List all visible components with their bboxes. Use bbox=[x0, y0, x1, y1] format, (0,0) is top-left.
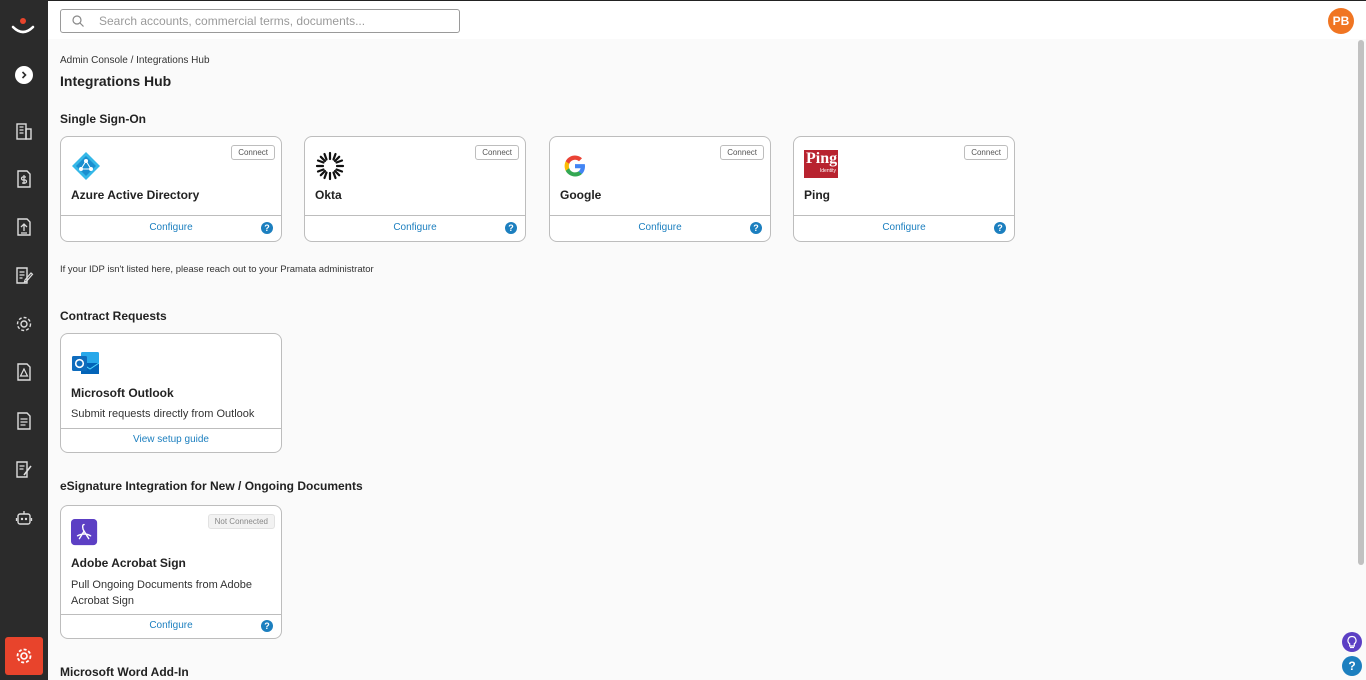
nav-notes[interactable] bbox=[14, 459, 34, 479]
configure-link[interactable]: Configure bbox=[794, 222, 1014, 233]
card-footer: Configure ? bbox=[305, 215, 525, 241]
ping-logo-text: Ping bbox=[806, 150, 838, 167]
nav-assistant[interactable] bbox=[14, 508, 34, 528]
search-input[interactable] bbox=[99, 13, 449, 29]
integration-name: Microsoft Outlook bbox=[71, 386, 174, 400]
nav-accounts[interactable] bbox=[14, 121, 34, 141]
topbar: PB bbox=[48, 0, 1366, 39]
configure-link[interactable]: Configure bbox=[550, 222, 770, 233]
integration-card-okta: Connect Okta Configure ? bbox=[304, 136, 526, 242]
ideas-button[interactable] bbox=[1342, 632, 1362, 652]
card-footer: Configure ? bbox=[794, 215, 1014, 241]
adobe-sign-logo bbox=[71, 519, 98, 546]
card-footer: Configure ? bbox=[550, 215, 770, 241]
scrollbar-thumb[interactable] bbox=[1358, 40, 1364, 565]
building-icon bbox=[16, 123, 32, 140]
page-title: Integrations Hub bbox=[60, 73, 172, 89]
outlook-logo bbox=[72, 352, 100, 374]
integration-name: Google bbox=[560, 188, 602, 202]
nav-commercial-terms[interactable] bbox=[14, 169, 34, 189]
integration-card-ping: Ping Identity Connect Ping Configure ? bbox=[793, 136, 1015, 242]
gear-icon bbox=[16, 316, 32, 332]
admin-console-button[interactable] bbox=[5, 637, 43, 675]
expand-sidebar-button[interactable] bbox=[15, 66, 33, 84]
idp-note: If your IDP isn't listed here, please re… bbox=[60, 264, 374, 275]
help-icon[interactable]: ? bbox=[750, 222, 762, 234]
azure-logo bbox=[72, 152, 100, 180]
help-icon[interactable]: ? bbox=[261, 620, 273, 632]
help-icon[interactable]: ? bbox=[994, 222, 1006, 234]
google-logo bbox=[564, 155, 585, 177]
nav-documents[interactable] bbox=[14, 411, 34, 431]
lightbulb-icon bbox=[1347, 635, 1357, 649]
settings-gear-icon bbox=[16, 648, 32, 664]
user-avatar[interactable]: PB bbox=[1328, 8, 1354, 34]
upload-document-icon bbox=[17, 218, 31, 236]
page-scrollbar[interactable] bbox=[1356, 39, 1366, 680]
section-title-sso: Single Sign-On bbox=[60, 112, 146, 126]
integration-name: Azure Active Directory bbox=[71, 188, 200, 202]
robot-icon bbox=[15, 511, 33, 525]
search-icon bbox=[72, 15, 84, 27]
help-icon[interactable]: ? bbox=[505, 222, 517, 234]
integration-name: Adobe Acrobat Sign bbox=[71, 556, 186, 570]
document-icon bbox=[17, 412, 31, 430]
nav-alerts[interactable] bbox=[14, 362, 34, 382]
connect-button[interactable]: Connect bbox=[475, 145, 519, 160]
help-icon[interactable]: ? bbox=[261, 222, 273, 234]
integration-description: Pull Ongoing Documents from Adobe Acroba… bbox=[71, 579, 252, 607]
edit-document-icon bbox=[16, 267, 34, 284]
configure-link[interactable]: Configure bbox=[61, 222, 281, 233]
card-footer: Configure ? bbox=[61, 614, 281, 638]
connect-button[interactable]: Connect bbox=[720, 145, 764, 160]
integration-name: Okta bbox=[315, 188, 342, 202]
warning-document-icon bbox=[17, 363, 31, 381]
sidebar bbox=[0, 0, 48, 680]
integration-description: Submit requests directly from Outlook bbox=[71, 408, 255, 420]
integration-card-adobe-sign: Not Connected Adobe Acrobat Sign Pull On… bbox=[60, 505, 282, 639]
connection-status-badge: Not Connected bbox=[207, 514, 275, 529]
section-title-contract-requests: Contract Requests bbox=[60, 309, 167, 323]
section-title-word-addin: Microsoft Word Add-In bbox=[60, 665, 189, 679]
section-title-esignature: eSignature Integration for New / Ongoing… bbox=[60, 479, 363, 493]
card-footer: View setup guide bbox=[61, 428, 281, 452]
global-search bbox=[60, 9, 460, 33]
breadcrumb: Admin Console / Integrations Hub bbox=[60, 55, 210, 66]
view-setup-guide-link[interactable]: View setup guide bbox=[61, 434, 281, 445]
connect-button[interactable]: Connect bbox=[231, 145, 275, 160]
nav-edit-document[interactable] bbox=[14, 265, 34, 285]
nav-settings[interactable] bbox=[14, 314, 34, 334]
connect-button[interactable]: Connect bbox=[964, 145, 1008, 160]
help-center-button[interactable]: ? bbox=[1342, 656, 1362, 676]
integration-card-outlook: Microsoft Outlook Submit requests direct… bbox=[60, 333, 282, 453]
configure-link[interactable]: Configure bbox=[305, 222, 525, 233]
configure-link[interactable]: Configure bbox=[61, 620, 281, 631]
integration-name: Ping bbox=[804, 188, 830, 202]
pramata-logo[interactable] bbox=[10, 14, 36, 40]
okta-logo bbox=[315, 151, 345, 181]
integration-card-azure: Connect Azure Active Directory Configure… bbox=[60, 136, 282, 242]
card-footer: Configure ? bbox=[61, 215, 281, 241]
integration-card-google: Connect Google Configure ? bbox=[549, 136, 771, 242]
dollar-document-icon bbox=[17, 170, 31, 188]
ping-logo: Ping Identity bbox=[804, 150, 838, 178]
pen-paper-icon bbox=[16, 461, 32, 478]
ping-logo-subtext: Identity bbox=[819, 168, 836, 174]
nav-upload[interactable] bbox=[14, 217, 34, 237]
chevron-right-icon bbox=[21, 71, 27, 79]
